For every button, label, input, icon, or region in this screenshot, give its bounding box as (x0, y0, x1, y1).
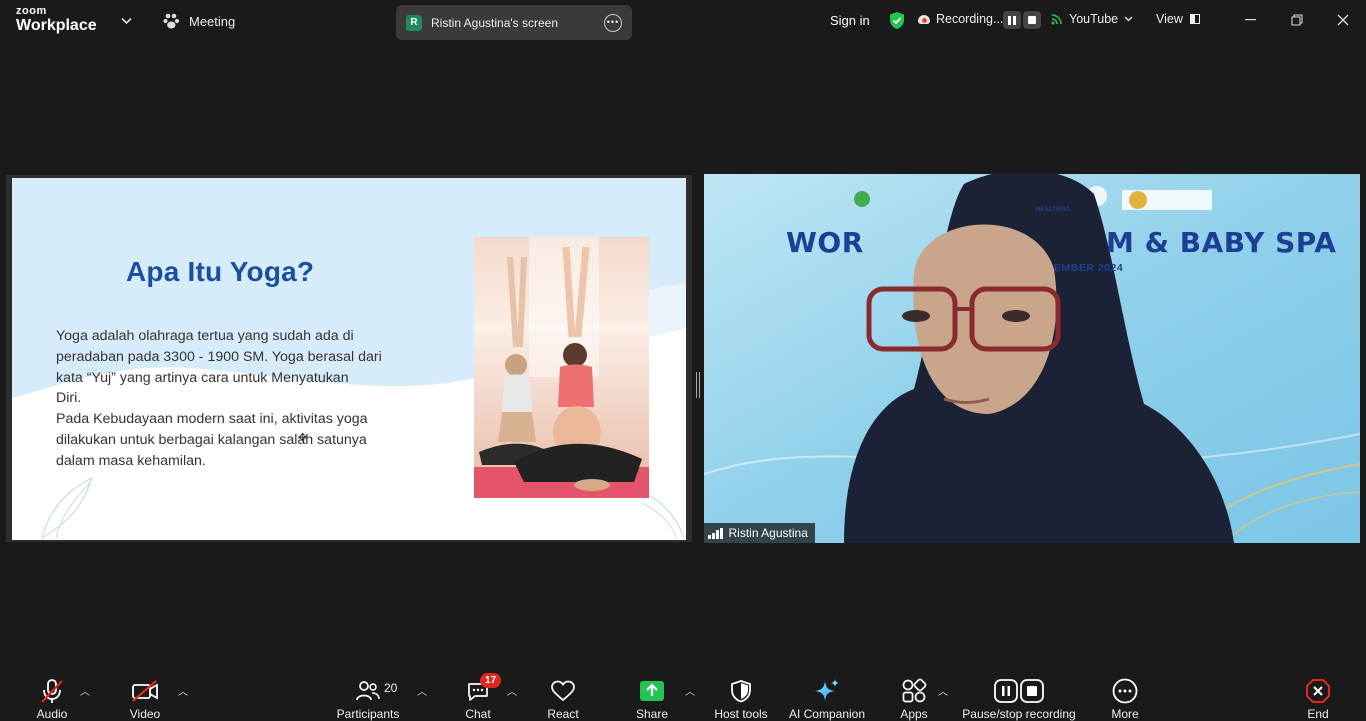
top-bar: zoom Workplace Meeting R Ristin Agustina… (0, 0, 1366, 44)
meeting-menu[interactable]: Meeting (163, 13, 235, 29)
slide-body-line: peradaban pada 3300 - 1900 SM. Yoga bera… (56, 348, 382, 365)
livestream-label: YouTube (1069, 12, 1119, 26)
livestream-menu[interactable]: YouTube (1051, 12, 1133, 26)
share-label: Share (635, 707, 669, 721)
pause-recording-button[interactable] (1003, 11, 1021, 29)
pause-stop-recording-button[interactable]: Pause/stop recording (960, 669, 1078, 721)
more-label: More (1111, 707, 1139, 721)
host-tools-button[interactable]: Host tools (710, 669, 772, 721)
stop-recording-button[interactable] (1023, 11, 1041, 29)
more-icon[interactable]: ••• (604, 13, 622, 32)
shared-screen-panel[interactable]: Apa Itu Yoga? Yoga adalah olahraga tertu… (6, 175, 692, 542)
minimize-icon[interactable] (1240, 10, 1260, 30)
slide-title: Apa Itu Yoga? (126, 256, 315, 287)
chat-label: Chat (465, 707, 491, 721)
view-label: View (1156, 12, 1183, 26)
avatar: R (406, 14, 422, 31)
presentation-slide: Apa Itu Yoga? Yoga adalah olahraga tertu… (12, 178, 686, 540)
participant-name: Ristin Agustina (728, 526, 808, 540)
apps-button[interactable]: Apps (896, 669, 932, 721)
video-options-caret[interactable]: ︿ (178, 683, 188, 698)
react-label: React (547, 707, 579, 721)
apps-options-caret[interactable]: ︿ (938, 683, 948, 698)
participants-options-caret[interactable]: ︿ (417, 683, 427, 698)
screen-share-label: Ristin Agustina's screen (431, 15, 559, 30)
recording-status[interactable]: Recording... (918, 12, 1003, 26)
slide-body-line: Pada Kebudayaan modern saat ini, aktivit… (56, 411, 368, 428)
slide-body-line: Yoga adalah olahraga tertua yang sudah a… (56, 328, 354, 344)
recording-label: Recording... (936, 12, 1004, 26)
meeting-icon (163, 13, 181, 29)
slide-body-line: dalam masa kehamilan. (56, 452, 206, 469)
recording-controls-icon (993, 677, 1045, 704)
chat-options-caret[interactable]: ︿ (507, 683, 517, 698)
participant-name-tag: Ristin Agustina (704, 523, 815, 543)
participants-label: Participants (336, 707, 400, 721)
signal-icon (708, 527, 723, 539)
panel-resize-handle[interactable] (696, 372, 700, 398)
chat-unread-badge: 17 (480, 673, 501, 688)
shield-check-icon[interactable] (888, 11, 906, 30)
share-arrow-icon (637, 677, 667, 704)
apps-icon (899, 677, 929, 704)
end-meeting-button[interactable]: End (1300, 669, 1336, 721)
yoga-photo (474, 237, 649, 498)
video-banner-left: WOR (786, 226, 864, 259)
participants-icon (353, 677, 383, 704)
ai-companion-label: AI Companion (788, 707, 866, 721)
recording-cloud-icon (918, 14, 930, 24)
logo-zoom-text: zoom (16, 5, 47, 17)
heart-icon (548, 677, 578, 704)
video-button[interactable]: Video (124, 669, 166, 721)
chevron-down-icon[interactable] (121, 14, 132, 28)
signal-icon (1051, 13, 1063, 25)
zoom-logo: zoom Workplace (16, 6, 97, 34)
screen-share-indicator[interactable]: R Ristin Agustina's screen ••• (396, 5, 632, 40)
sparkle-icon (812, 677, 842, 704)
pause-stop-recording-label: Pause/stop recording (962, 707, 1076, 721)
restore-icon[interactable] (1287, 10, 1307, 30)
chevron-down-icon (1124, 16, 1133, 22)
react-button[interactable]: React (544, 669, 582, 721)
camera-off-icon (130, 677, 160, 704)
chat-button[interactable]: 17 Chat (461, 669, 501, 721)
close-icon[interactable] (1333, 10, 1353, 30)
view-menu[interactable]: View (1156, 12, 1200, 26)
mic-muted-icon (37, 677, 67, 704)
audio-label: Audio (36, 707, 68, 721)
slide-body-line: Diri. (56, 390, 82, 407)
video-logo-text: HEALTHIRA (1036, 207, 1071, 213)
slide-body-line: kata “Yuj” yang artinya cara untuk Menya… (56, 369, 349, 386)
audio-options-caret[interactable]: ︿ (80, 683, 90, 698)
end-label: End (1307, 707, 1329, 721)
participants-button[interactable]: Participants (334, 669, 402, 721)
video-label: Video (129, 707, 161, 721)
meeting-toolbar: Audio ︿ Video ︿ Participants 20 ︿ 17 Cha… (0, 669, 1366, 721)
end-icon (1303, 677, 1333, 704)
audio-button[interactable]: Audio (30, 669, 74, 721)
share-button[interactable]: Share (632, 669, 672, 721)
meeting-label: Meeting (189, 13, 236, 29)
video-banner-date: EMBER 2024 (1054, 262, 1124, 274)
view-icon (1189, 14, 1200, 24)
video-banner-right: M & BABY SPA (1106, 226, 1337, 259)
apps-label: Apps (900, 707, 928, 721)
move-cursor-icon: ✥ (298, 432, 308, 444)
participants-count: 20 (384, 681, 398, 695)
participant-video[interactable]: WOR M & BABY SPA EMBER 2024 HEALTHIRA Ri… (704, 174, 1360, 543)
slide-body: Yoga adalah olahraga tertua yang sudah a… (56, 326, 446, 472)
sign-in-link[interactable]: Sign in (830, 13, 870, 28)
logo-workplace-text: Workplace (16, 17, 97, 34)
share-options-caret[interactable]: ︿ (685, 683, 695, 698)
ai-companion-button[interactable]: AI Companion (786, 669, 868, 721)
slide-body-line: dilakukan untuk berbagai kalangan salah … (56, 431, 367, 448)
more-button[interactable]: More (1106, 669, 1144, 721)
more-dots-icon (1110, 677, 1140, 704)
chat-icon: 17 (463, 673, 501, 704)
host-tools-label: Host tools (714, 707, 768, 721)
shield-icon (726, 677, 756, 704)
